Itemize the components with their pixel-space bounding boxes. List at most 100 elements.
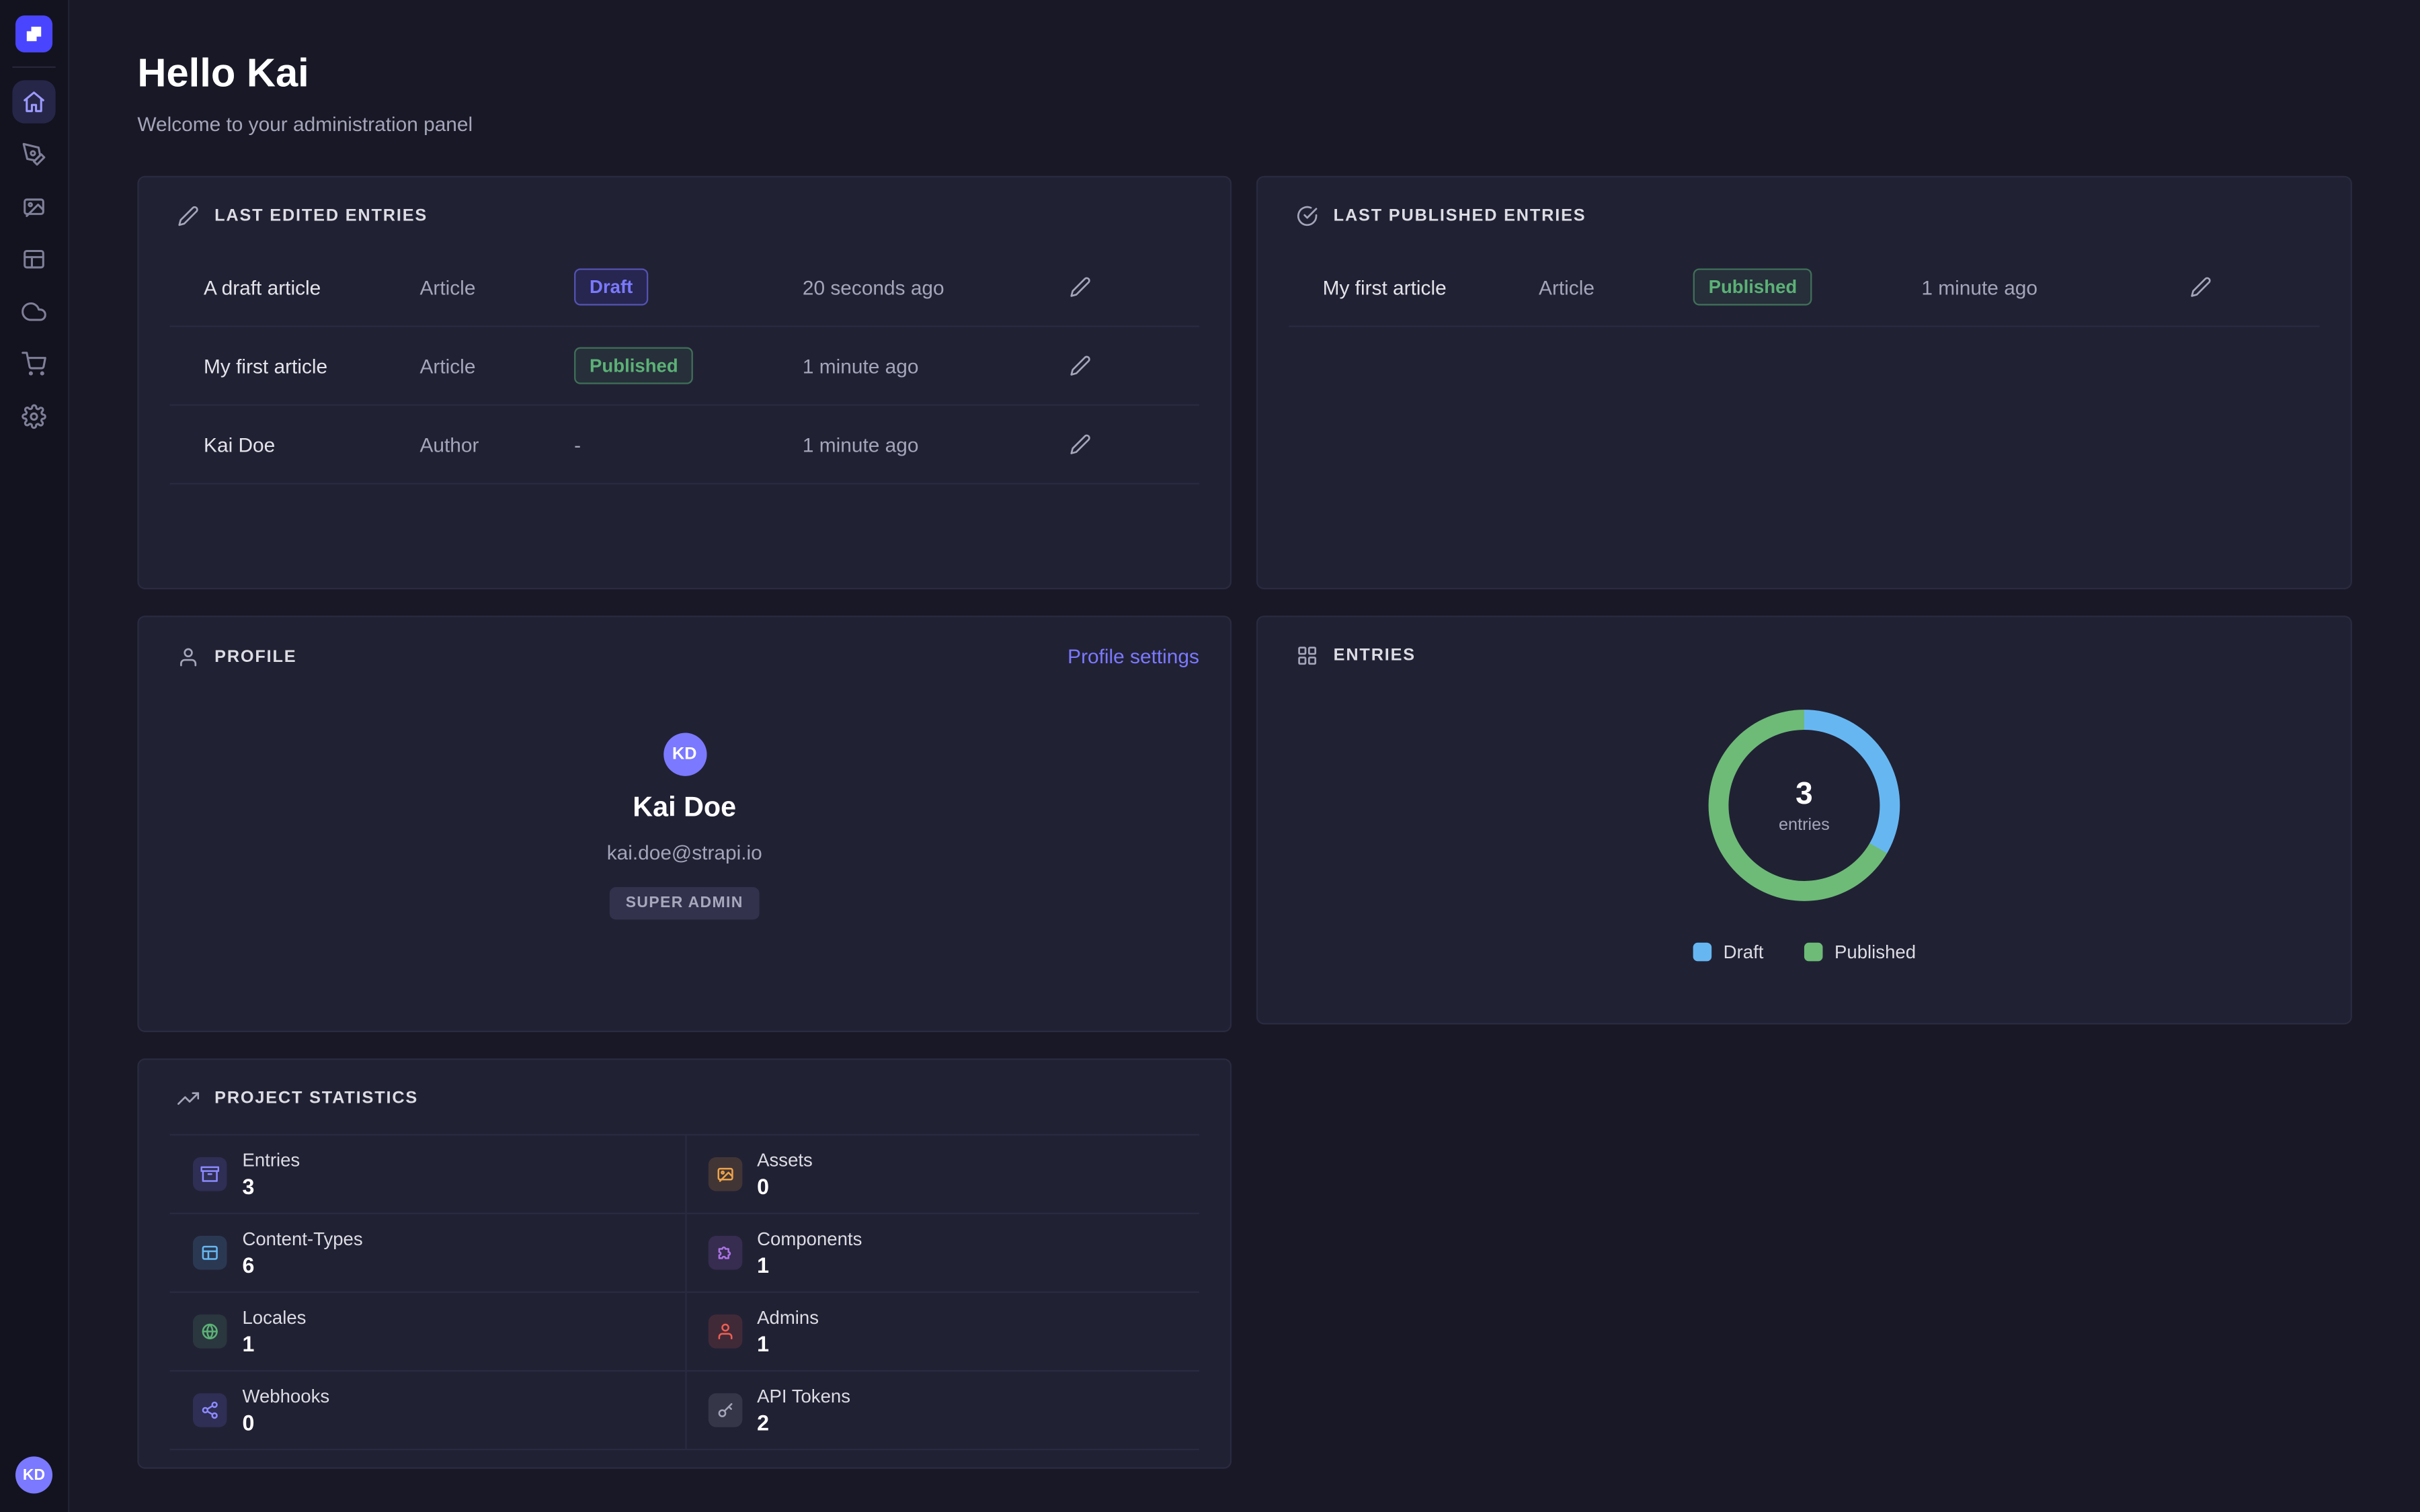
sidebar-item-settings[interactable] <box>12 395 55 438</box>
stat-admins: Admins1 <box>684 1293 1199 1372</box>
table-row: My first article Article Published 1 min… <box>1289 249 2320 327</box>
legend-swatch-draft <box>1693 943 1711 962</box>
donut-value: 3 <box>1779 777 1830 812</box>
entries-card: ENTRIES 3 entries Draft <box>1256 616 2352 1024</box>
stat-value: 1 <box>757 1253 862 1277</box>
stat-label: Entries <box>242 1149 300 1171</box>
edit-entry-button[interactable] <box>1060 345 1100 386</box>
edit-entry-button[interactable] <box>2181 267 2221 307</box>
content-type-builder-icon <box>22 142 46 167</box>
entry-name: A draft article <box>204 276 419 298</box>
sidebar-item-media-library[interactable] <box>12 185 55 228</box>
chart-legend: Draft Published <box>1693 941 1916 963</box>
stat-components: Components 1 <box>684 1214 1199 1293</box>
card-header: LAST EDITED ENTRIES <box>139 177 1230 245</box>
stat-value: 1 <box>757 1331 819 1356</box>
image-icon <box>708 1157 742 1191</box>
stat-label: Content-Types <box>242 1228 362 1250</box>
card-title: PROFILE <box>214 647 296 666</box>
status-badge: Published <box>1693 268 1813 305</box>
edit-entry-button[interactable] <box>1060 424 1100 464</box>
profile-card: PROFILE Profile settings KD Kai Doe kai.… <box>137 616 1232 1032</box>
donut-label: entries <box>1779 815 1830 834</box>
stat-value: 3 <box>242 1174 300 1199</box>
pencil-icon <box>177 205 199 226</box>
entry-type: Article <box>1539 276 1693 298</box>
stat-webhooks: Webhooks 0 <box>170 1372 685 1450</box>
main-content: Hello Kai Welcome to your administration… <box>69 0 2420 1512</box>
legend-label: Draft <box>1724 941 1764 963</box>
pencil-icon <box>1070 276 1091 298</box>
profile-body: KD Kai Doe kai.doe@strapi.io SUPER ADMIN <box>139 733 1230 920</box>
card-header: ENTRIES <box>1258 617 2351 685</box>
sidebar: KD <box>0 0 69 1512</box>
table-row: Kai Doe Author - 1 minute ago <box>170 406 1199 485</box>
home-icon <box>22 89 46 114</box>
avatar: KD <box>663 733 706 776</box>
entry-time: 20 seconds ago <box>803 276 1060 298</box>
profile-settings-link[interactable]: Profile settings <box>1067 645 1199 668</box>
stat-entries: Entries 3 <box>170 1136 685 1214</box>
entry-name: Kai Doe <box>204 433 419 456</box>
page-subtitle: Welcome to your administration panel <box>137 113 2352 136</box>
key-icon <box>708 1393 742 1427</box>
status-badge: Draft <box>574 268 648 305</box>
stat-value: 6 <box>242 1253 362 1277</box>
legend-item-draft: Draft <box>1693 941 1764 963</box>
sidebar-divider <box>12 67 55 68</box>
cloud-icon <box>22 299 46 324</box>
stat-label: Locales <box>242 1307 306 1329</box>
content-manager-icon <box>22 247 46 271</box>
user-icon <box>177 646 199 667</box>
entries-donut: 3 entries <box>1709 710 1900 901</box>
sidebar-nav <box>12 80 55 438</box>
entry-type: Author <box>419 433 574 456</box>
last-edited-table: A draft article Article Draft 20 seconds… <box>170 249 1199 485</box>
table-row: My first article Article Published 1 min… <box>170 327 1199 406</box>
stat-value: 0 <box>242 1410 329 1435</box>
strapi-logo-icon <box>23 23 44 44</box>
last-edited-entries-card: LAST EDITED ENTRIES A draft article Arti… <box>137 176 1232 589</box>
sidebar-item-content-manager[interactable] <box>12 238 55 281</box>
last-published-table: My first article Article Published 1 min… <box>1289 249 2320 327</box>
stat-label: Webhooks <box>242 1386 329 1407</box>
dashboard-grid: LAST EDITED ENTRIES A draft article Arti… <box>137 176 2352 1469</box>
entry-time: 1 minute ago <box>803 354 1060 377</box>
table-row: A draft article Article Draft 20 seconds… <box>170 249 1199 327</box>
sidebar-item-home[interactable] <box>12 80 55 123</box>
edit-entry-button[interactable] <box>1060 267 1100 307</box>
card-title: ENTRIES <box>1334 646 1416 665</box>
puzzle-icon <box>708 1236 742 1270</box>
strapi-logo[interactable] <box>15 15 52 52</box>
stat-label: Assets <box>757 1149 813 1171</box>
user-icon <box>708 1314 742 1349</box>
entry-time: 1 minute ago <box>1921 276 2181 298</box>
stat-value: 1 <box>242 1331 306 1356</box>
marketplace-icon <box>22 351 46 376</box>
legend-swatch-published <box>1804 943 1822 962</box>
donut-center: 3 entries <box>1779 777 1830 834</box>
card-header: LAST PUBLISHED ENTRIES <box>1258 177 2351 245</box>
stat-assets: Assets 0 <box>684 1136 1199 1214</box>
stat-label: Components <box>757 1228 862 1250</box>
stats-table: Entries 3 Assets 0 Content-Types 6 <box>170 1134 1199 1451</box>
role-badge: SUPER ADMIN <box>610 887 759 919</box>
sidebar-item-cloud[interactable] <box>12 290 55 333</box>
entries-chart-body: 3 entries Draft Published <box>1258 710 2351 963</box>
entry-type: Article <box>419 276 574 298</box>
pencil-icon <box>1070 355 1091 376</box>
trending-up-icon <box>177 1088 199 1109</box>
page-title: Hello Kai <box>137 49 2352 97</box>
card-header: PROJECT STATISTICS <box>139 1060 1230 1128</box>
sidebar-item-marketplace[interactable] <box>12 343 55 386</box>
media-library-icon <box>22 194 46 219</box>
last-published-entries-card: LAST PUBLISHED ENTRIES My first article … <box>1256 176 2352 589</box>
profile-email: kai.doe@strapi.io <box>607 841 762 864</box>
stat-value: 0 <box>757 1174 813 1199</box>
legend-label: Published <box>1834 941 1916 963</box>
layout-icon <box>193 1236 227 1270</box>
stat-locales: Locales1 <box>170 1293 685 1372</box>
settings-icon <box>22 405 46 429</box>
sidebar-item-content-type-builder[interactable] <box>12 132 55 175</box>
sidebar-user-avatar[interactable]: KD <box>15 1456 52 1493</box>
